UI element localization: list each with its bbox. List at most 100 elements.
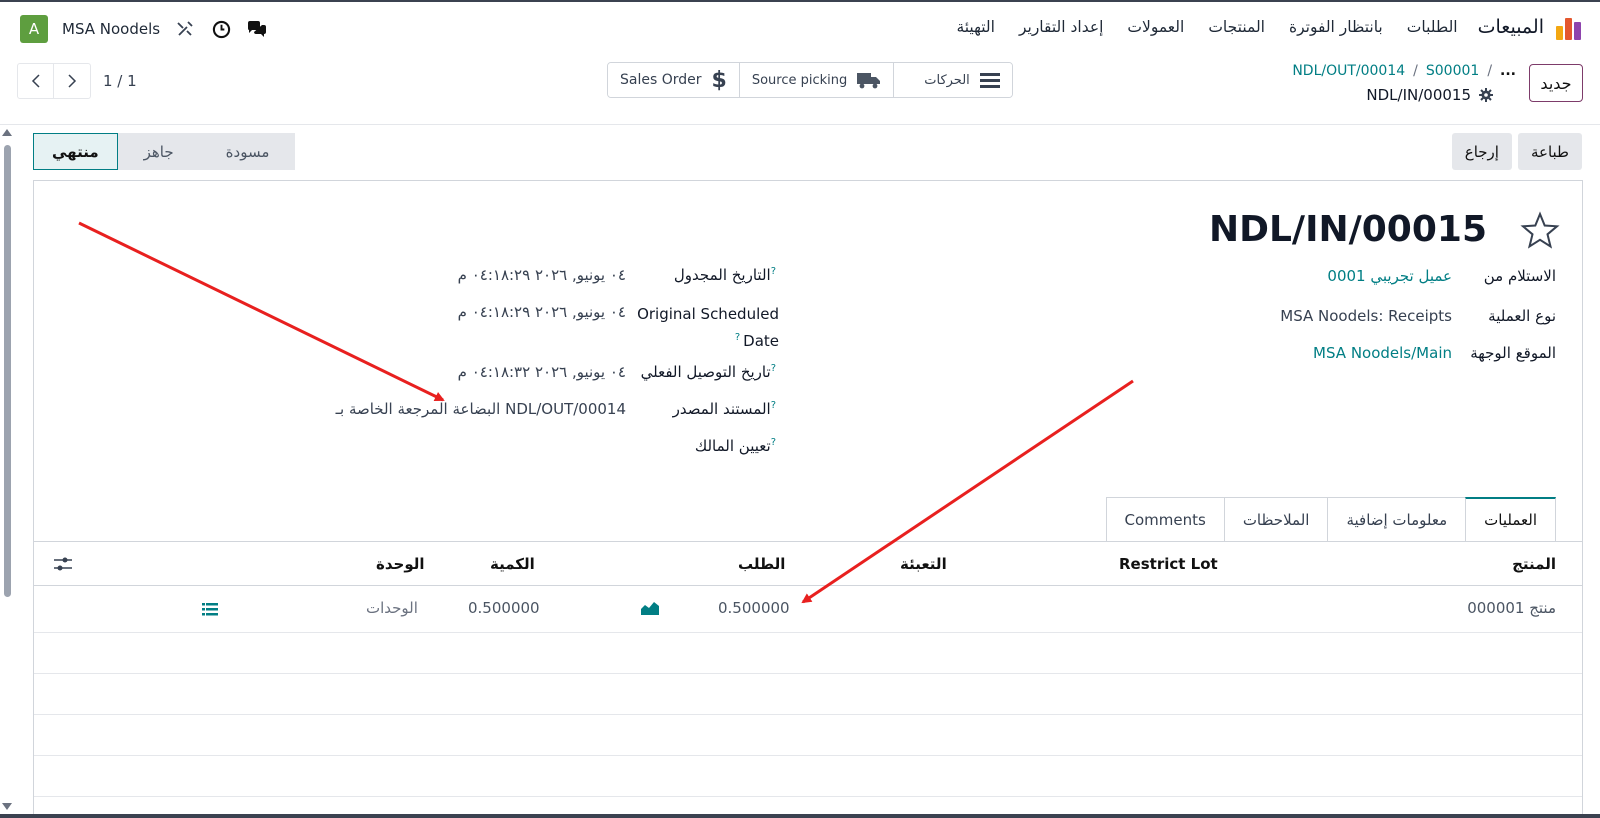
row-unit[interactable]: الوحدات	[366, 599, 418, 617]
breadcrumb-out-picking[interactable]: NDL/OUT/00014	[1292, 63, 1405, 79]
table-row[interactable]: منتج 000001 0.500000 0.500000 الوحدات	[34, 586, 1582, 633]
row-product[interactable]: منتج 000001	[1467, 599, 1556, 617]
scrollbar-thumb[interactable]	[4, 145, 11, 597]
pager-next-button[interactable]	[54, 64, 90, 98]
print-button[interactable]: طباعة	[1517, 133, 1582, 170]
gear-icon[interactable]	[1479, 88, 1493, 102]
moves-smart-button[interactable]: الحركات	[894, 63, 1012, 97]
empty-row	[34, 715, 1582, 756]
row-quantity[interactable]: 0.500000	[468, 599, 540, 617]
user-avatar[interactable]: A	[20, 15, 48, 43]
menu-products[interactable]: المنتجات	[1208, 18, 1265, 36]
notebook-tabs: العمليات معلومات إضافية الملاحظات Commen…	[1105, 497, 1556, 541]
help-tooltip-icon[interactable]: ?	[771, 363, 776, 381]
row-demand[interactable]: 0.500000	[718, 599, 790, 617]
bars-icon	[979, 73, 1000, 88]
scheduled-date-value[interactable]: ٠٤ يونيو, ٢٠٢٦ ٠٤:١٨:٢٩ م	[458, 266, 626, 284]
scroll-up-arrow[interactable]	[2, 129, 12, 136]
menu-commissions[interactable]: العمولات	[1127, 18, 1184, 36]
tab-operations[interactable]: العمليات	[1465, 497, 1556, 541]
systray: A MSA Noodels	[20, 15, 268, 43]
column-demand[interactable]: الطلب	[738, 555, 785, 573]
receive-from-value[interactable]: عميل تجريبي 0001	[1327, 267, 1452, 285]
truck-icon	[857, 73, 881, 89]
source-document-value[interactable]: البضاعة المرجعة الخاصة بـ NDL/OUT/00014	[336, 400, 626, 418]
optional-columns-toggle-icon[interactable]	[54, 557, 72, 571]
favorite-star-icon[interactable]	[1520, 211, 1560, 251]
empty-row	[34, 674, 1582, 715]
operation-type-value[interactable]: MSA Noodels: Receipts	[1280, 307, 1452, 325]
operations-table: المنتج Restrict Lot التعبئة الطلب الكمية…	[34, 541, 1582, 797]
smart-button-label: الحركات	[924, 72, 970, 88]
chevron-left-icon	[31, 74, 40, 88]
breadcrumb-separator: /	[1413, 63, 1418, 79]
stage-draft[interactable]: مسودة	[199, 133, 296, 170]
source-picking-smart-button[interactable]: Source picking	[739, 63, 895, 97]
stage-ready[interactable]: جاهز	[117, 133, 200, 170]
column-packaging[interactable]: التعبئة	[900, 555, 947, 573]
destination-location-label: الموقع الوجهة	[1470, 344, 1556, 362]
current-record-name: NDL/IN/00015	[1366, 86, 1471, 104]
original-scheduled-date-label-2: Date	[743, 332, 779, 350]
forecast-chart-icon[interactable]	[641, 601, 659, 615]
detailed-operations-list-icon[interactable]	[202, 603, 218, 616]
status-bar: منتهي جاهز مسودة	[33, 133, 296, 170]
main-menu: المبيعات الطلبات بانتظار الفوترة المنتجا…	[932, 14, 1582, 40]
form-sheet: NDL/IN/00015 الاستلام من عميل تجريبي 000…	[33, 180, 1583, 818]
help-tooltip-icon[interactable]: ?	[771, 437, 776, 455]
tab-notes[interactable]: الملاحظات	[1223, 497, 1329, 541]
smart-buttons: Sales Order $ Source picking الحركات	[607, 62, 1013, 98]
menu-configuration[interactable]: التهيئة	[956, 18, 995, 36]
menu-orders[interactable]: الطلبات	[1407, 18, 1458, 36]
record-title: NDL/IN/00015	[1208, 209, 1487, 250]
original-scheduled-date-label: Original Scheduled	[637, 305, 779, 323]
dollar-icon: $	[711, 67, 727, 93]
breadcrumb-more[interactable]: ...	[1500, 63, 1516, 79]
return-button[interactable]: إرجاع	[1451, 133, 1512, 170]
chevron-right-icon	[68, 74, 77, 88]
smart-button-label: Source picking	[751, 72, 848, 88]
smart-button-label: Sales Order	[620, 72, 702, 88]
destination-location-value[interactable]: MSA Noodels/Main	[1313, 344, 1452, 362]
tab-comments[interactable]: Comments	[1105, 497, 1225, 541]
debug-tools-icon[interactable]	[174, 18, 196, 40]
stage-done[interactable]: منتهي	[33, 133, 118, 170]
pager-previous-button[interactable]	[18, 64, 54, 98]
receive-from-field: الاستلام من	[1484, 267, 1556, 285]
scheduled-date-label: التاريخ المجدول	[673, 266, 771, 284]
breadcrumb: ... / S00001 / NDL/OUT/00014	[1292, 63, 1516, 79]
column-quantity[interactable]: الكمية	[490, 555, 535, 573]
control-panel: جديد ... / S00001 / NDL/OUT/00014 NDL/IN…	[0, 55, 1600, 125]
help-tooltip-icon[interactable]: ?	[771, 400, 776, 418]
empty-row	[34, 756, 1582, 797]
column-product[interactable]: المنتج	[1512, 555, 1556, 573]
effective-date-value[interactable]: ٠٤ يونيو, ٢٠٢٦ ٠٤:١٨:٣٢ م	[458, 363, 626, 381]
company-switcher[interactable]: MSA Noodels	[62, 20, 160, 38]
activity-clock-icon[interactable]	[210, 18, 232, 40]
help-tooltip-icon[interactable]: ?	[771, 266, 776, 284]
top-navbar: المبيعات الطلبات بانتظار الفوترة المنتجا…	[0, 0, 1600, 55]
sales-order-smart-button[interactable]: Sales Order $	[608, 63, 740, 97]
menu-to-invoice[interactable]: بانتظار الفوترة	[1289, 18, 1383, 36]
original-scheduled-date-value[interactable]: ٠٤ يونيو, ٢٠٢٦ ٠٤:١٨:٢٩ م	[458, 303, 626, 321]
app-brand[interactable]: المبيعات	[1478, 16, 1544, 38]
source-document-label: المستند المصدر	[672, 400, 771, 418]
sales-app-icon[interactable]	[1556, 14, 1582, 40]
window-bottom-edge	[0, 814, 1600, 818]
tab-additional-info[interactable]: معلومات إضافية	[1327, 497, 1467, 541]
scroll-down-arrow[interactable]	[2, 803, 12, 810]
discuss-chat-icon[interactable]	[246, 18, 268, 40]
empty-row	[34, 633, 1582, 674]
column-unit[interactable]: الوحدة	[376, 555, 425, 573]
current-record: NDL/IN/00015	[1366, 86, 1493, 104]
action-buttons: طباعة إرجاع	[1451, 133, 1582, 170]
help-tooltip-icon[interactable]: ?	[735, 332, 740, 343]
breadcrumb-sale-order[interactable]: S00001	[1426, 63, 1479, 79]
operation-type-label: نوع العملية	[1488, 307, 1556, 325]
menu-reporting[interactable]: إعداد التقارير	[1019, 18, 1103, 36]
column-restrict-lot[interactable]: Restrict Lot	[1119, 555, 1218, 573]
pager: 1 / 1	[17, 63, 137, 99]
new-button[interactable]: جديد	[1529, 64, 1583, 102]
pager-value[interactable]: 1 / 1	[103, 72, 137, 90]
receive-from-label: الاستلام من	[1483, 267, 1556, 285]
